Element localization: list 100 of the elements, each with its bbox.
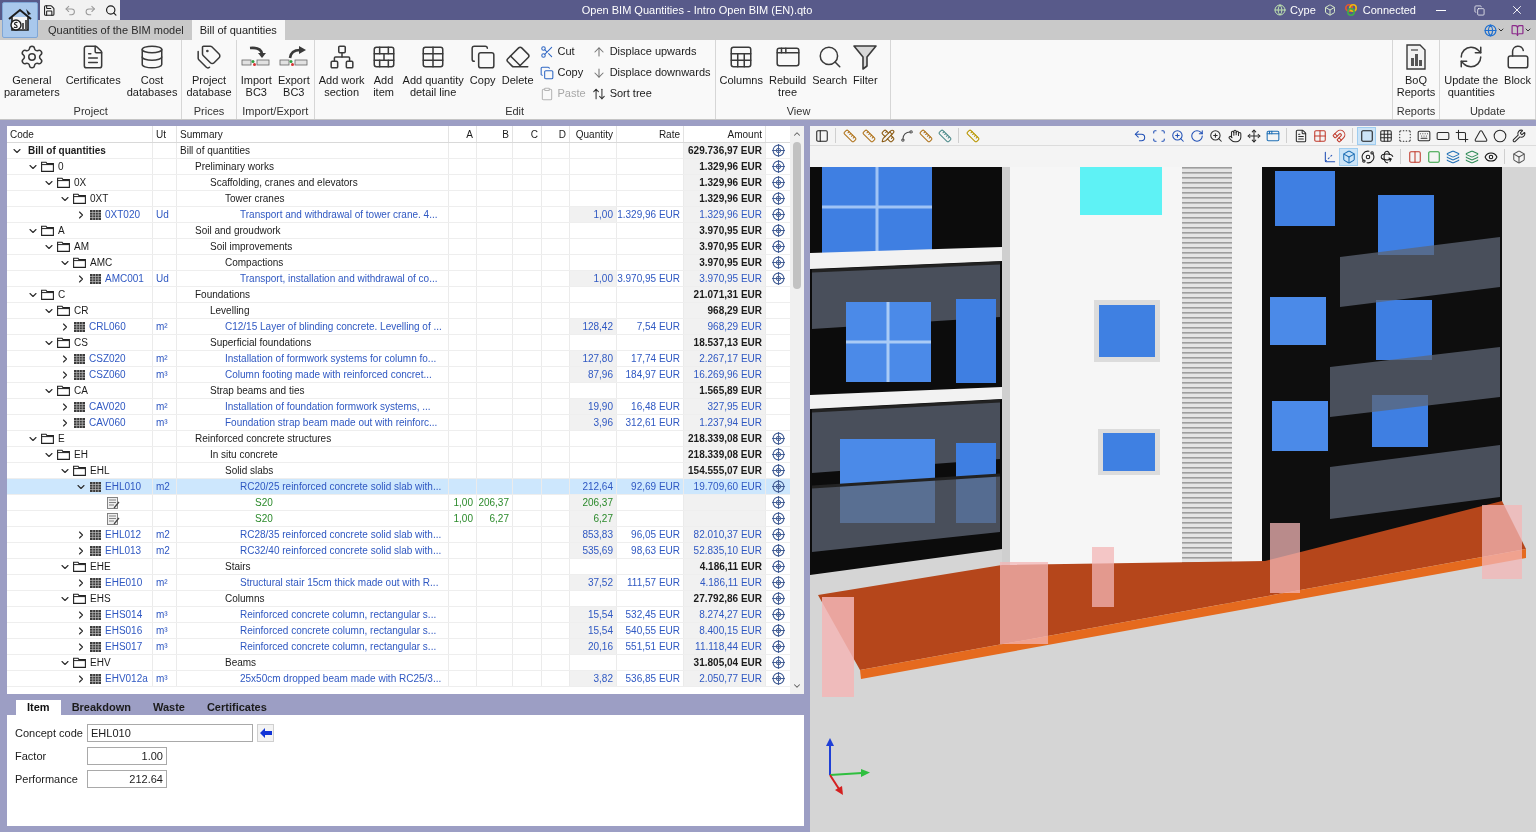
table-row[interactable]: EHL Solid slabs 154.555,07 EUR	[7, 463, 790, 479]
table-row[interactable]: CAV060 m³ Foundation strap beam made out with reinforc... 3,96 312,61 EUR 1.237,94 EUR	[7, 415, 790, 431]
crosshair-icon[interactable]	[771, 432, 785, 445]
column-header[interactable]: Code	[10, 126, 34, 142]
table-row[interactable]: EHV Beams 31.805,04 EUR	[7, 655, 790, 671]
crosshair-icon[interactable]	[771, 272, 785, 285]
ribbon-button[interactable]: Export BC3	[274, 40, 313, 102]
viewer-tool-button[interactable]	[1357, 126, 1376, 145]
table-row[interactable]: EHL013 m2 RC32/40 reinforced concrete solid slab with... 535,69 98,63 EUR 52.835,10 EUR	[7, 543, 790, 559]
crosshair-icon[interactable]	[771, 448, 785, 461]
crosshair-icon[interactable]	[771, 656, 785, 669]
panel-tab[interactable]: Breakdown	[60, 700, 142, 715]
table-row[interactable]: S20 1,00 6,27 6,27	[7, 511, 790, 527]
input-field[interactable]: EHL010	[87, 724, 253, 742]
ribbon-button[interactable]: Sort tree	[591, 83, 711, 104]
table-row[interactable]: CR Levelling 968,29 EUR	[7, 303, 790, 319]
crosshair-icon[interactable]	[771, 640, 785, 653]
ribbon-tab[interactable]: Bill of quantities	[191, 20, 285, 40]
ribbon-button[interactable]: Block	[1501, 40, 1534, 102]
crosshair-icon[interactable]	[771, 192, 785, 205]
crosshair-icon[interactable]	[771, 576, 785, 589]
ribbon-button[interactable]: Project database	[183, 40, 235, 102]
ribbon-tab[interactable]: Quantities of the BIM model	[40, 20, 192, 40]
table-row[interactable]: EH In situ concrete 218.339,08 EUR	[7, 447, 790, 463]
table-row[interactable]: AMC001 Ud Transport, installation and withdrawal of co... 1,00 3.970,95 EUR 3.970,95 EUR	[7, 271, 790, 287]
column-header[interactable]: Ut	[156, 126, 166, 142]
crosshair-icon[interactable]	[771, 672, 785, 685]
crosshair-icon[interactable]	[771, 560, 785, 573]
save-icon[interactable]	[43, 3, 56, 17]
crosshair-icon[interactable]	[771, 496, 785, 509]
ribbon-button[interactable]: Copy	[539, 62, 586, 83]
column-header[interactable]: A	[466, 126, 473, 142]
table-row[interactable]: 0 Preliminary works 1.329,96 EUR	[7, 159, 790, 175]
ribbon-button[interactable]: Add quantity detail line	[399, 40, 467, 102]
column-header[interactable]: C	[530, 126, 538, 142]
ribbon-button[interactable]: Displace downwards	[591, 62, 711, 83]
table-row[interactable]: EHS016 m³ Reinforced concrete column, rectangular s... 15,54 540,55 EUR 8.400,15 EUR	[7, 623, 790, 639]
crosshair-icon[interactable]	[771, 480, 785, 493]
ribbon-button[interactable]: Rebuild tree	[765, 40, 810, 102]
table-row[interactable]: AMC Compactions 3.970,95 EUR	[7, 255, 790, 271]
ribbon-button[interactable]: Filter	[850, 40, 881, 102]
ribbon-button[interactable]: Certificates	[62, 40, 124, 102]
table-row[interactable]: EHL012 m2 RC28/35 reinforced concrete solid slab with... 853,83 96,05 EUR 82.010,37 EUR	[7, 527, 790, 543]
crosshair-icon[interactable]	[771, 160, 785, 173]
ribbon-button[interactable]: Columns	[716, 40, 766, 102]
table-row[interactable]: EHV012a m³ 25x50cm dropped beam made with RC25/3... 3,82 536,85 EUR 2.050,77 EUR	[7, 671, 790, 687]
crosshair-icon[interactable]	[771, 464, 785, 477]
scrollbar-thumb[interactable]	[793, 142, 801, 289]
column-header[interactable]: Summary	[180, 126, 223, 142]
ribbon-button[interactable]: Add work section	[315, 40, 368, 102]
table-row[interactable]: CSZ060 m³ Column footing made with reinforced concret... 87,96 184,97 EUR 16.269,96 EUR	[7, 367, 790, 383]
table-row[interactable]: 0XT Tower cranes 1.329,96 EUR	[7, 191, 790, 207]
crosshair-icon[interactable]	[771, 144, 785, 157]
crosshair-icon[interactable]	[771, 176, 785, 189]
table-row[interactable]: E Reinforced concrete structures 218.339,08 EUR	[7, 431, 790, 447]
crosshair-icon[interactable]	[771, 224, 785, 237]
table-row[interactable]: CA Strap beams and ties 1.565,89 EUR	[7, 383, 790, 399]
input-field[interactable]: 1.00	[87, 747, 167, 765]
table-row[interactable]: EHS Columns 27.792,86 EUR	[7, 591, 790, 607]
table-row[interactable]: CSZ020 m² Installation of formwork systems for column fo... 127,80 17,74 EUR 2.267,17 EUR	[7, 351, 790, 367]
crosshair-icon[interactable]	[771, 208, 785, 221]
table-row[interactable]: EHL010 m2 RC20/25 reinforced concrete solid slab with... 212,64 92,69 EUR 19.709,60 EUR	[7, 479, 790, 495]
ribbon-button[interactable]: Cut	[539, 41, 586, 62]
crosshair-icon[interactable]	[771, 256, 785, 269]
table-row[interactable]: A Soil and groudwork 3.970,95 EUR	[7, 223, 790, 239]
table-row[interactable]: EHE010 m² Structural stair 15cm thick made out with R... 37,52 111,57 EUR 4.186,11 EUR	[7, 575, 790, 591]
crosshair-icon[interactable]	[771, 592, 785, 605]
table-row[interactable]: AM Soil improvements 3.970,95 EUR	[7, 239, 790, 255]
input-field[interactable]: 212.64	[87, 770, 167, 788]
table-row[interactable]: 0X Scaffolding, cranes and elevators 1.329,96 EUR	[7, 175, 790, 191]
ribbon-button[interactable]: Delete	[498, 40, 537, 102]
ribbon-button[interactable]: BoQ Reports	[1393, 40, 1439, 102]
crosshair-icon[interactable]	[771, 608, 785, 621]
ribbon-button[interactable]: Search	[809, 40, 851, 102]
go-back-button[interactable]	[257, 724, 274, 742]
scroll-down-icon[interactable]	[792, 681, 802, 691]
panel-tab[interactable]: Item	[16, 700, 61, 715]
column-header[interactable]: Amount	[727, 126, 762, 142]
table-row[interactable]: 0XT020 Ud Transport and withdrawal of tower crane. 4... 1,00 1.329,96 EUR 1.329,96 EUR	[7, 207, 790, 223]
table-row[interactable]: EHE Stairs 4.186,11 EUR	[7, 559, 790, 575]
crosshair-icon[interactable]	[771, 624, 785, 637]
column-header[interactable]: Quantity	[575, 126, 613, 142]
ribbon-button[interactable]: Cost databases	[123, 40, 181, 102]
panel-tab[interactable]: Certificates	[195, 700, 278, 715]
crosshair-icon[interactable]	[771, 512, 785, 525]
column-header[interactable]: D	[558, 126, 566, 142]
table-row[interactable]: C Foundations 21.071,31 EUR	[7, 287, 790, 303]
table-row[interactable]: CRL060 m² C12/15 Layer of blinding concrete. Levelling of ... 128,42 7,54 EUR 968,29 EUR	[7, 319, 790, 335]
ribbon-button[interactable]: General parameters	[1, 40, 63, 102]
table-row[interactable]: Bill of quantities Bill of quantities 629.736,97 EUR	[7, 143, 790, 159]
table-row[interactable]: EHS014 m³ Reinforced concrete column, rectangular s... 15,54 532,45 EUR 8.274,27 EUR	[7, 607, 790, 623]
crosshair-icon[interactable]	[771, 544, 785, 557]
ribbon-button[interactable]: Import BC3	[237, 40, 275, 102]
search-icon[interactable]	[104, 3, 117, 17]
ribbon-button[interactable]: Copy	[466, 40, 499, 102]
table-row[interactable]: S20 1,00 206,37 206,37	[7, 495, 790, 511]
ribbon-button[interactable]: Displace upwards	[591, 41, 711, 62]
table-row[interactable]: CAV020 m² Installation of foundation formwork systems, ... 19,90 16,48 EUR 327,95 EUR	[7, 399, 790, 415]
crosshair-icon[interactable]	[771, 528, 785, 541]
panel-tab[interactable]: Waste	[141, 700, 196, 715]
